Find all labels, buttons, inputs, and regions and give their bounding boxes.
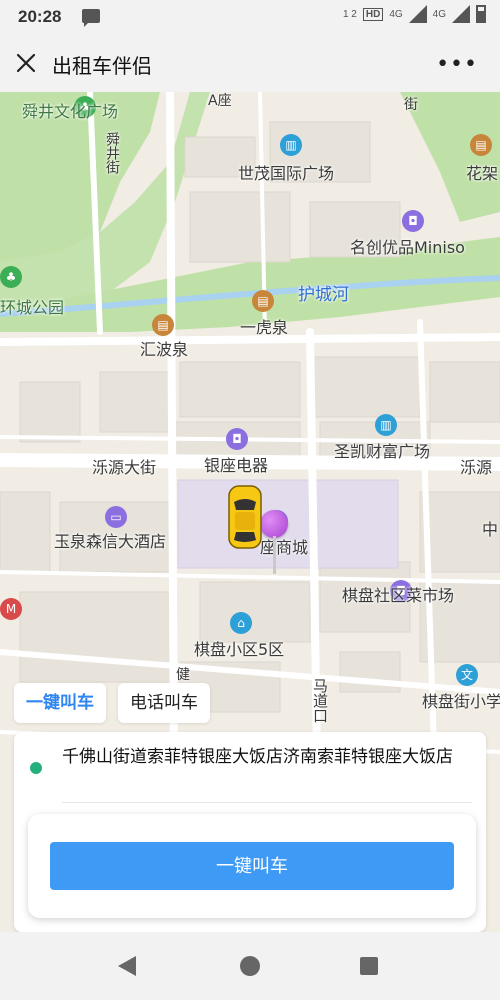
building-icon: ▥ bbox=[280, 134, 302, 156]
back-icon[interactable] bbox=[118, 956, 136, 976]
label-huchenghe: 护城河 bbox=[298, 285, 349, 305]
network-type-2: 4G bbox=[432, 8, 446, 20]
hd-badge: HD bbox=[362, 7, 384, 21]
tab-one-click-call[interactable]: 一键叫车 bbox=[14, 683, 106, 723]
park-icon-2: ♣ bbox=[0, 266, 22, 288]
origin-dot-icon bbox=[30, 762, 42, 774]
label-yuquan: 玉泉森信大酒店 bbox=[54, 532, 167, 551]
network-type: 4G bbox=[389, 8, 403, 20]
metro-icon: M bbox=[0, 598, 22, 620]
label-huibo: 汇波泉 bbox=[140, 340, 189, 359]
label-shimao: 世茂国际广场 bbox=[238, 164, 335, 183]
pickup-address[interactable]: 千佛山街道索菲特银座大饭店济南索菲特银座大饭店 bbox=[62, 746, 472, 768]
label-shunjing-street: 舜井街 bbox=[104, 132, 120, 174]
label-madao: 马道口 bbox=[311, 678, 329, 723]
more-options-icon[interactable]: ••• bbox=[436, 52, 478, 77]
pin-needle bbox=[273, 536, 276, 574]
store-icon: ◘ bbox=[226, 428, 248, 450]
label-qipan-5: 棋盘小区5区 bbox=[194, 640, 285, 659]
signal-icon-2 bbox=[452, 5, 470, 23]
building-icon-2: ▥ bbox=[375, 414, 397, 436]
label-huancheng: 环城公园 bbox=[0, 298, 65, 317]
close-icon[interactable] bbox=[14, 51, 38, 75]
call-box: 一键叫车 bbox=[28, 814, 476, 918]
label-huajia: 花架 bbox=[466, 164, 499, 183]
school-icon: 文 bbox=[456, 664, 478, 686]
sim-indicator: 1 2 bbox=[342, 8, 357, 20]
status-time: 20:28 bbox=[18, 7, 62, 26]
recent-apps-icon[interactable] bbox=[360, 957, 378, 975]
title-bar: 出租车伴侣 ••• bbox=[0, 36, 500, 92]
label-yinzuo-dianqi: 银座电器 bbox=[204, 456, 269, 475]
divider bbox=[62, 802, 472, 803]
pin-head bbox=[260, 510, 288, 538]
landmark-icon: ▤ bbox=[470, 134, 492, 156]
status-indicators: 1 2 HD 4G 4G bbox=[343, 5, 486, 23]
residence-icon: ⌂ bbox=[230, 612, 252, 634]
label-shengkai: 圣凯财富广场 bbox=[334, 442, 431, 461]
label-shunjing: 舜井文化广场 bbox=[22, 102, 119, 121]
shopping-icon: ◘ bbox=[402, 210, 424, 232]
label-zhong: 中 bbox=[482, 520, 499, 539]
signal-icon bbox=[408, 5, 427, 23]
label-miniso: 名创优品Miniso bbox=[350, 238, 465, 257]
taxi-icon bbox=[228, 485, 262, 549]
label-qipan-school: 棋盘街小学 bbox=[422, 692, 500, 711]
label-jie: 街 bbox=[404, 97, 418, 113]
label-jian: 健 bbox=[176, 667, 190, 683]
label-yihuquan: 一虎泉 bbox=[240, 318, 289, 337]
message-icon bbox=[82, 9, 100, 27]
battery-icon bbox=[476, 5, 486, 23]
spring-icon: ▤ bbox=[252, 290, 274, 312]
label-qipan-market: 棋盘社区菜市场 bbox=[342, 586, 455, 605]
label-a-zuo: A座 bbox=[208, 93, 232, 109]
status-bar: 20:28 1 2 HD 4G 4G bbox=[0, 0, 500, 36]
call-mode-tabs: 一键叫车 电话叫车 bbox=[14, 683, 210, 723]
call-taxi-button[interactable]: 一键叫车 bbox=[50, 842, 454, 890]
label-luoyuan-street-2: 泺源 bbox=[460, 458, 493, 477]
page-title: 出租车伴侣 bbox=[52, 54, 152, 78]
spring-icon-2: ▤ bbox=[152, 314, 174, 336]
home-icon[interactable] bbox=[240, 956, 260, 976]
tab-phone-call[interactable]: 电话叫车 bbox=[118, 683, 210, 723]
label-luoyuan-street: 泺源大街 bbox=[92, 458, 157, 477]
system-nav-bar bbox=[0, 932, 500, 1000]
hotel-icon: ▭ bbox=[105, 506, 127, 528]
